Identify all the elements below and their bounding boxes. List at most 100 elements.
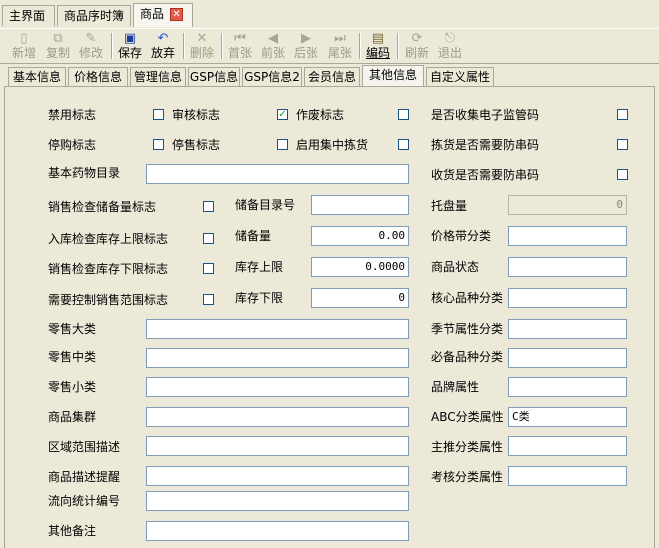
central-pick-checkbox[interactable] (398, 139, 409, 150)
season-attr-class-input[interactable] (508, 319, 627, 339)
disable-flag-checkbox[interactable] (153, 109, 164, 120)
stop-purchase-label: 停购标志 (48, 138, 97, 152)
tab-other-info[interactable]: 其他信息 (362, 65, 424, 87)
first-label: 首张 (227, 46, 252, 60)
sales-lower-check-label: 销售检查库存下限标志 (48, 262, 169, 276)
next-button[interactable]: ▶ 后张 (291, 31, 321, 61)
discard-label: 放弃 (150, 46, 175, 60)
window-tab-label: 商品序时簿 (64, 9, 125, 23)
abc-class-attr-label: ABC分类属性 (431, 410, 504, 424)
last-button[interactable]: ⏭ 尾张 (325, 31, 355, 61)
retail-middle-label: 零售中类 (48, 350, 97, 364)
disable-flag-label: 禁用标志 (48, 108, 97, 122)
collect-monitor-code-checkbox[interactable] (617, 109, 628, 120)
core-variety-class-input[interactable] (508, 288, 627, 308)
discard-button[interactable]: ↶ 放弃 (148, 31, 178, 61)
detail-tab-bar: 基本信息 价格信息 管理信息 GSP信息 GSP信息2 会员信息 其他信息 自定… (0, 64, 659, 87)
new-label: 新增 (11, 46, 36, 60)
abc-class-attr-input[interactable]: C类 (508, 407, 627, 427)
tab-gsp-info[interactable]: GSP信息 (188, 67, 240, 86)
window-tab-product-journal[interactable]: 商品序时簿 (57, 5, 131, 26)
tab-label: GSP信息2 (244, 70, 300, 84)
product-cluster-input[interactable] (146, 407, 409, 427)
product-desc-tip-label: 商品描述提醒 (48, 470, 121, 484)
stock-upper-input[interactable]: 0.0000 (311, 257, 409, 277)
assess-class-attr-input[interactable] (508, 466, 627, 486)
sales-reserve-check-label: 销售检查储备量标志 (48, 200, 157, 214)
tab-custom-attrs[interactable]: 自定义属性 (426, 67, 494, 86)
toolbar: ▯ 新增 ⧉ 复制 ✎ 修改 ▣ 保存 ↶ 放弃 ✕ 删除 ⏮ 首张 ◀ 前张 ▶ 后张 ⏭ 尾张 … (0, 28, 659, 64)
retail-middle-input[interactable] (146, 348, 409, 368)
window-tab-main[interactable]: 主界面 (2, 5, 55, 26)
price-band-class-input[interactable] (508, 226, 627, 246)
pick-anti-counterfeit-label: 拣货是否需要防串码 (431, 138, 540, 152)
flow-stat-no-input[interactable] (146, 491, 409, 511)
product-cluster-label: 商品集群 (48, 410, 97, 424)
tab-basic-info[interactable]: 基本信息 (8, 67, 66, 86)
core-variety-class-label: 核心品种分类 (431, 291, 504, 305)
window-tab-product[interactable]: 商品 ✕ (133, 3, 193, 27)
product-desc-tip-input[interactable] (146, 466, 409, 486)
window-tab-label: 商品 (140, 7, 165, 21)
tab-label: 管理信息 (133, 70, 182, 84)
void-flag-label: 作废标志 (296, 108, 345, 122)
sales-lower-check-checkbox[interactable] (203, 263, 214, 274)
edit-icon: ✎ (85, 31, 97, 46)
tab-manage-info[interactable]: 管理信息 (130, 67, 186, 86)
main-push-class-input[interactable] (508, 436, 627, 456)
reserve-catalog-no-label: 储备目录号 (235, 198, 296, 212)
other-notes-input[interactable] (146, 521, 409, 541)
retail-minor-input[interactable] (146, 377, 409, 397)
stock-lower-label: 库存下限 (235, 291, 284, 305)
retail-major-input[interactable] (146, 319, 409, 339)
reserve-catalog-no-input[interactable] (311, 195, 409, 215)
prev-label: 前张 (260, 46, 285, 60)
tray-qty-input[interactable]: 0 (508, 195, 627, 215)
assess-class-attr-label: 考核分类属性 (431, 470, 504, 484)
close-icon[interactable]: ✕ (170, 8, 184, 21)
code-button[interactable]: ▤ 编码 (363, 31, 393, 61)
code-book-icon: ▤ (371, 31, 385, 46)
refresh-button[interactable]: ⟳ 刷新 (402, 31, 432, 61)
brand-attr-input[interactable] (508, 377, 627, 397)
tab-label: 价格信息 (73, 70, 122, 84)
new-button[interactable]: ▯ 新增 (9, 31, 39, 61)
void-flag-checkbox[interactable] (398, 109, 409, 120)
first-button[interactable]: ⏮ 首张 (225, 31, 255, 61)
inbound-upper-check-label: 入库检查库存上限标志 (48, 232, 169, 246)
save-button[interactable]: ▣ 保存 (115, 31, 145, 61)
inbound-upper-check-checkbox[interactable] (203, 233, 214, 244)
receive-anti-counterfeit-checkbox[interactable] (617, 169, 628, 180)
sales-range-control-label: 需要控制销售范围标志 (48, 293, 169, 307)
stock-upper-label: 库存上限 (235, 260, 284, 274)
exit-button[interactable]: ⎋ 退出 (435, 31, 465, 61)
tab-label: 基本信息 (12, 70, 61, 84)
sales-reserve-check-checkbox[interactable] (203, 201, 214, 212)
delete-button[interactable]: ✕ 删除 (187, 31, 217, 61)
basic-drug-catalog-input[interactable] (146, 164, 409, 184)
edit-button[interactable]: ✎ 修改 (76, 31, 106, 61)
tab-label: 自定义属性 (429, 70, 490, 84)
stop-sale-checkbox[interactable] (277, 139, 288, 150)
stock-lower-input[interactable]: 0 (311, 288, 409, 308)
review-flag-checkbox[interactable]: ✓ (277, 109, 288, 120)
tab-member-info[interactable]: 会员信息 (304, 67, 360, 86)
region-desc-input[interactable] (146, 436, 409, 456)
tab-gsp-info-2[interactable]: GSP信息2 (242, 67, 302, 86)
pick-anti-counterfeit-checkbox[interactable] (617, 139, 628, 150)
copy-icon: ⧉ (53, 31, 63, 46)
tab-price-info[interactable]: 价格信息 (68, 67, 128, 86)
prev-button[interactable]: ◀ 前张 (258, 31, 288, 61)
tab-label: GSP信息 (189, 70, 239, 84)
product-status-input[interactable] (508, 257, 627, 277)
season-attr-class-label: 季节属性分类 (431, 322, 504, 336)
retail-minor-label: 零售小类 (48, 380, 97, 394)
stop-purchase-checkbox[interactable] (153, 139, 164, 150)
last-label: 尾张 (327, 46, 352, 60)
required-variety-class-input[interactable] (508, 348, 627, 368)
window-tab-label: 主界面 (9, 9, 46, 23)
copy-button[interactable]: ⧉ 复制 (43, 31, 73, 61)
sales-range-control-checkbox[interactable] (203, 294, 214, 305)
reserve-qty-input[interactable]: 0.00 (311, 226, 409, 246)
retail-major-label: 零售大类 (48, 322, 97, 336)
